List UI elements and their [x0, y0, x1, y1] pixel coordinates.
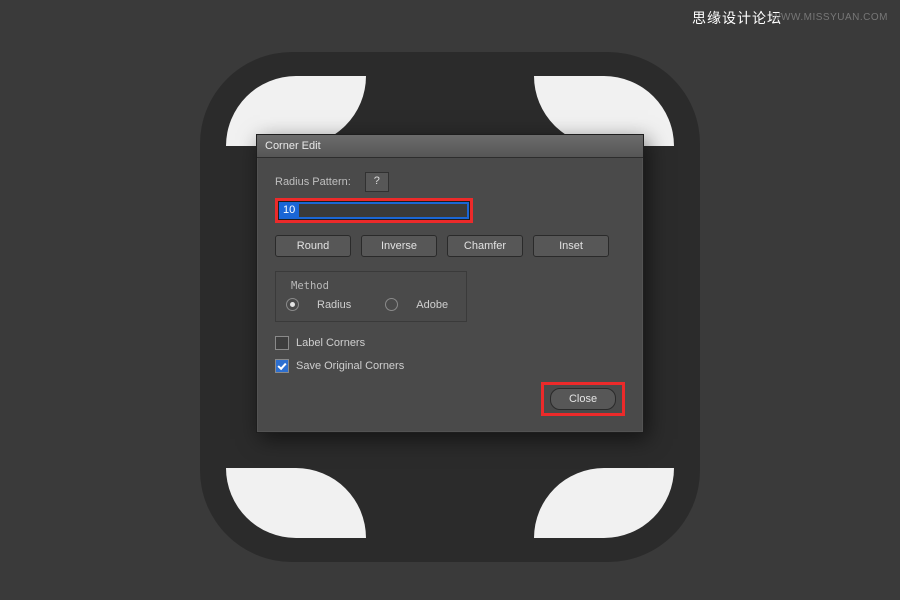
corner-edit-dialog: Corner Edit Radius Pattern: ? 10 Round I…: [256, 134, 644, 433]
help-button[interactable]: ?: [365, 172, 389, 192]
checkbox-label-corners[interactable]: [275, 336, 289, 350]
inverse-button[interactable]: Inverse: [361, 235, 437, 257]
radius-value: 10: [279, 203, 299, 218]
dialog-title: Corner Edit: [257, 135, 643, 158]
radius-pattern-label: Radius Pattern:: [275, 176, 351, 188]
watermark-url: WWW.MISSYUAN.COM: [771, 12, 888, 23]
checkbox-save-original[interactable]: [275, 359, 289, 373]
radius-input[interactable]: 10: [278, 201, 470, 220]
label-corners-text: Label Corners: [296, 337, 365, 349]
radio-radius-label: Radius: [317, 299, 351, 311]
round-button[interactable]: Round: [275, 235, 351, 257]
watermark-cn: 思缘设计论坛: [692, 8, 782, 28]
method-fieldset: Method Radius Adobe: [275, 271, 467, 322]
radio-radius[interactable]: [286, 298, 299, 311]
chamfer-button[interactable]: Chamfer: [447, 235, 523, 257]
radio-adobe[interactable]: [385, 298, 398, 311]
inset-button[interactable]: Inset: [533, 235, 609, 257]
method-legend: Method: [288, 280, 332, 292]
highlight-radius-input: 10: [275, 198, 473, 223]
radio-adobe-label: Adobe: [416, 299, 448, 311]
highlight-close-button: Close: [541, 382, 625, 416]
close-button[interactable]: Close: [550, 388, 616, 410]
save-original-text: Save Original Corners: [296, 360, 404, 372]
